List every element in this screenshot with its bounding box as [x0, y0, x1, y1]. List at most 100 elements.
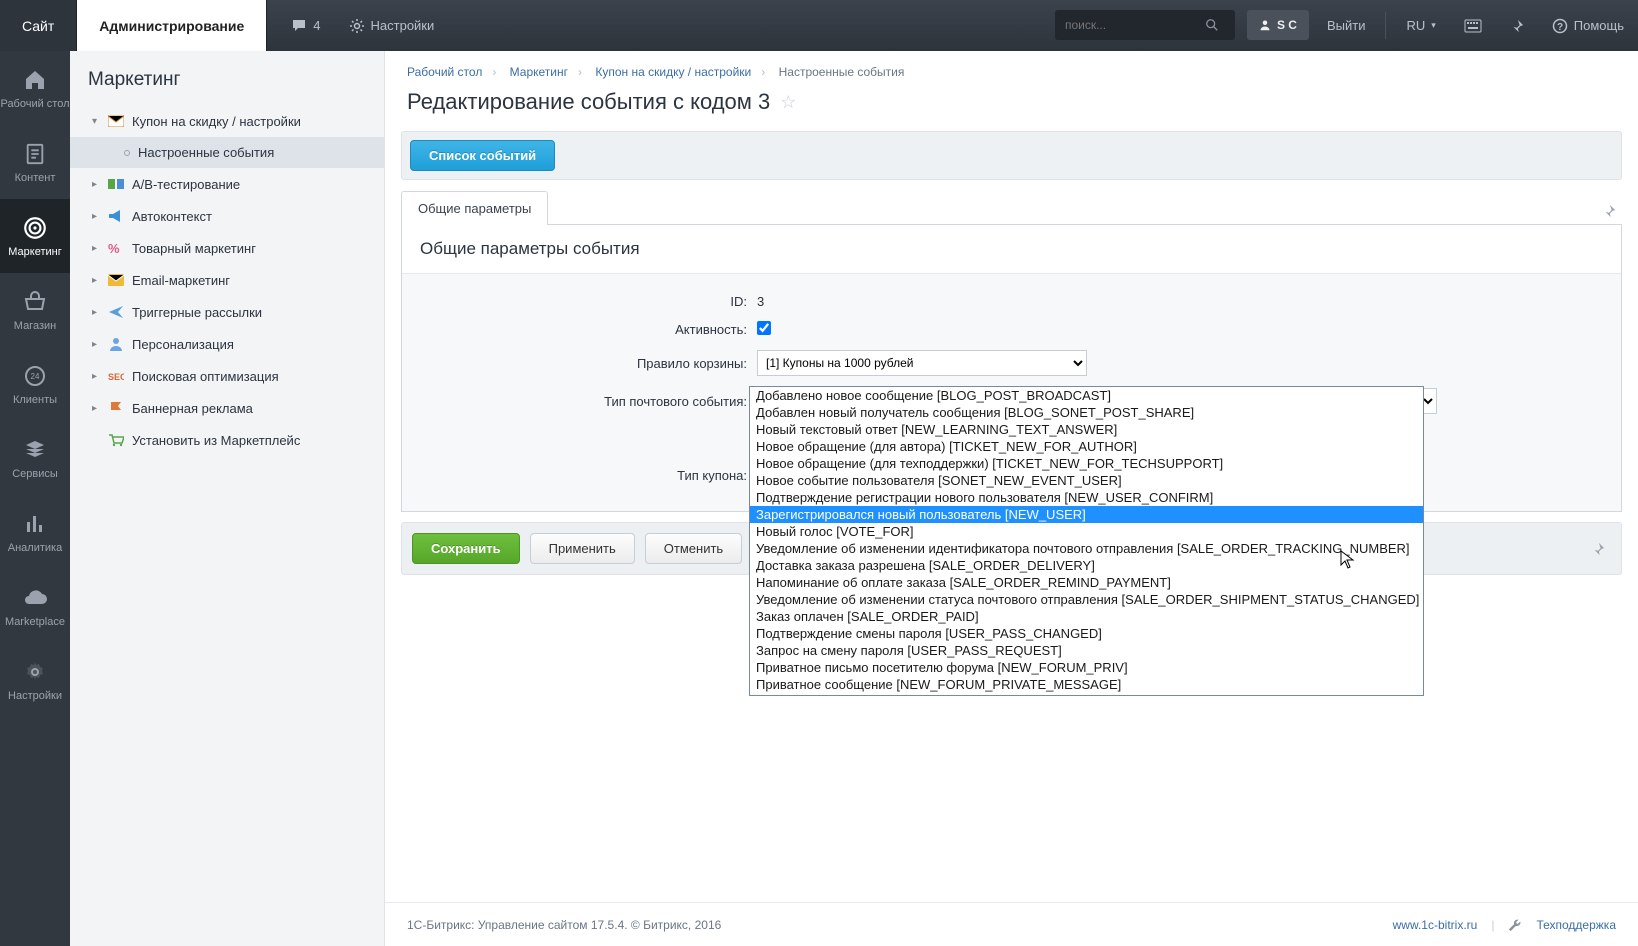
toolbar: Список событий: [401, 131, 1622, 180]
listbox-option[interactable]: Новый текстовый ответ [NEW_LEARNING_TEXT…: [750, 421, 1423, 438]
svg-text:%: %: [108, 241, 120, 255]
pin-icon[interactable]: [1585, 536, 1611, 562]
listbox-option[interactable]: Новое обращение (для автора) [TICKET_NEW…: [750, 438, 1423, 455]
event-type-listbox[interactable]: Добавлено новое сообщение [BLOG_POST_BRO…: [749, 386, 1424, 696]
rail-desktop[interactable]: Рабочий стол: [0, 51, 70, 125]
user-pill[interactable]: S C: [1247, 10, 1309, 40]
rail-analytics[interactable]: Аналитика: [0, 495, 70, 569]
listbox-option[interactable]: Подтверждение регистрации нового пользов…: [750, 489, 1423, 506]
tree-node-personal[interactable]: ▸Персонализация: [70, 328, 384, 360]
caret-down-icon: ▾: [92, 116, 100, 127]
document-icon: [21, 140, 49, 168]
rule-select[interactable]: [1] Купоны на 1000 рублей: [757, 350, 1087, 376]
tree-node-trigger[interactable]: ▸Триггерные рассылки: [70, 296, 384, 328]
active-checkbox[interactable]: [757, 321, 771, 335]
listbox-option[interactable]: Добавлен новый получатель сообщения [BLO…: [750, 404, 1423, 421]
search-input[interactable]: [1065, 18, 1205, 32]
pin-icon[interactable]: [1496, 0, 1538, 51]
listbox-option[interactable]: Новое обращение (для техподдержки) [TICK…: [750, 455, 1423, 472]
rail-services[interactable]: Сервисы: [0, 421, 70, 495]
tree-node-seo[interactable]: ▸SEOПоисковая оптимизация: [70, 360, 384, 392]
crumb-0[interactable]: Рабочий стол: [407, 65, 482, 79]
caret-right-icon: ▸: [92, 339, 100, 350]
caret-right-icon: ▸: [92, 211, 100, 222]
tree-node-coupon[interactable]: ▾ Купон на скидку / настройки: [70, 105, 384, 137]
listbox-option[interactable]: Заказ оплачен [SALE_ORDER_PAID]: [750, 608, 1423, 625]
cancel-button[interactable]: Отменить: [645, 533, 742, 564]
rail-marketing[interactable]: Маркетинг: [0, 199, 70, 273]
rail-marketplace[interactable]: Marketplace: [0, 569, 70, 643]
crumb-3: Настроенные события: [779, 65, 905, 79]
speech-icon: [291, 18, 307, 34]
envelope-icon: [108, 113, 124, 129]
star-icon[interactable]: ☆: [780, 92, 796, 113]
panel-heading: Общие параметры события: [402, 225, 1621, 274]
tree-node-install[interactable]: ▸Установить из Маркетплейс: [70, 424, 384, 456]
svg-text:SEO: SEO: [108, 372, 124, 382]
listbox-option[interactable]: Уведомление об изменении статуса почтово…: [750, 591, 1423, 608]
help[interactable]: ? Помощь: [1538, 0, 1638, 51]
bullet-icon: [124, 150, 130, 156]
listbox-option[interactable]: Уведомление о печати чека [SALE_CHECK_PR…: [750, 693, 1423, 696]
tab-site[interactable]: Сайт: [0, 0, 77, 51]
save-button[interactable]: Сохранить: [412, 533, 520, 564]
notifications[interactable]: 4: [277, 0, 334, 51]
listbox-option[interactable]: Напоминание об оплате заказа [SALE_ORDER…: [750, 574, 1423, 591]
active-label: Активность:: [412, 322, 757, 337]
megaphone-icon: [108, 208, 124, 224]
lang-switch[interactable]: RU ▾: [1392, 0, 1449, 51]
search-box[interactable]: [1055, 10, 1235, 40]
pin-icon[interactable]: [1596, 198, 1622, 224]
listbox-option[interactable]: Приватное сообщение [NEW_FORUM_PRIVATE_M…: [750, 676, 1423, 693]
tree-node-email[interactable]: ▸Email-маркетинг: [70, 264, 384, 296]
listbox-option[interactable]: Новый голос [VOTE_FOR]: [750, 523, 1423, 540]
footer-site-link[interactable]: www.1c-bitrix.ru: [1393, 918, 1478, 932]
rail-clients[interactable]: 24Клиенты: [0, 347, 70, 421]
tree-node-product[interactable]: ▸%Товарный маркетинг: [70, 232, 384, 264]
crumb-1[interactable]: Маркетинг: [510, 65, 568, 79]
caret-right-icon: ▸: [92, 179, 100, 190]
search-icon[interactable]: [1205, 18, 1219, 32]
apply-button[interactable]: Применить: [530, 533, 635, 564]
tab-admin[interactable]: Администрирование: [77, 0, 267, 51]
logout[interactable]: Выйти: [1313, 0, 1380, 51]
crumb-2[interactable]: Купон на скидку / настройки: [595, 65, 751, 79]
breadcrumb: Рабочий стол› Маркетинг› Купон на скидку…: [385, 51, 1638, 85]
rail-content[interactable]: Контент: [0, 125, 70, 199]
rule-label: Правило корзины:: [412, 356, 757, 371]
tree-title: Маркетинг: [70, 51, 384, 105]
listbox-option[interactable]: Приватное письмо посетителю форума [NEW_…: [750, 659, 1423, 676]
user-initials: S C: [1277, 18, 1297, 32]
listbox-option[interactable]: Зарегистрировался новый пользователь [NE…: [750, 506, 1423, 523]
chart-icon: [21, 510, 49, 538]
top-settings[interactable]: Настройки: [335, 0, 449, 51]
listbox-option[interactable]: Новое событие пользователя [SONET_NEW_EV…: [750, 472, 1423, 489]
seo-icon: SEO: [108, 368, 124, 384]
listbox-option[interactable]: Доставка заказа разрешена [SALE_ORDER_DE…: [750, 557, 1423, 574]
id-label: ID:: [412, 294, 757, 309]
listbox-option[interactable]: Запрос на смену пароля [USER_PASS_REQUES…: [750, 642, 1423, 659]
tab-general[interactable]: Общие параметры: [401, 191, 548, 225]
footer-support-link[interactable]: Техподдержка: [1536, 918, 1616, 932]
topbar: Сайт Администрирование 4 Настройки S C В…: [0, 0, 1638, 51]
keyboard-icon[interactable]: [1450, 0, 1496, 51]
flag-icon: [108, 400, 124, 416]
listbox-option[interactable]: Уведомление об изменении идентификатора …: [750, 540, 1423, 557]
tree-sub-events[interactable]: Настроенные события: [70, 137, 384, 168]
tree-node-autocontext[interactable]: ▸Автоконтекст: [70, 200, 384, 232]
rail-settings[interactable]: Настройки: [0, 643, 70, 717]
notif-count: 4: [313, 18, 320, 33]
tree-node-ab[interactable]: ▸A/B-тестирование: [70, 168, 384, 200]
caret-right-icon: ▸: [92, 371, 100, 382]
caret-right-icon: ▸: [92, 403, 100, 414]
listbox-option[interactable]: Добавлено новое сообщение [BLOG_POST_BRO…: [750, 387, 1423, 404]
listbox-option[interactable]: Подтверждение смены пароля [USER_PASS_CH…: [750, 625, 1423, 642]
lang-label: RU: [1406, 18, 1425, 33]
footer: 1С-Битрикс: Управление сайтом 17.5.4. © …: [385, 902, 1638, 946]
basket-icon: [21, 288, 49, 316]
tabs: Общие параметры: [401, 190, 1622, 224]
main: Рабочий стол› Маркетинг› Купон на скидку…: [385, 51, 1638, 946]
list-events-button[interactable]: Список событий: [410, 140, 555, 171]
rail-shop[interactable]: Магазин: [0, 273, 70, 347]
tree-node-banner[interactable]: ▸Баннерная реклама: [70, 392, 384, 424]
